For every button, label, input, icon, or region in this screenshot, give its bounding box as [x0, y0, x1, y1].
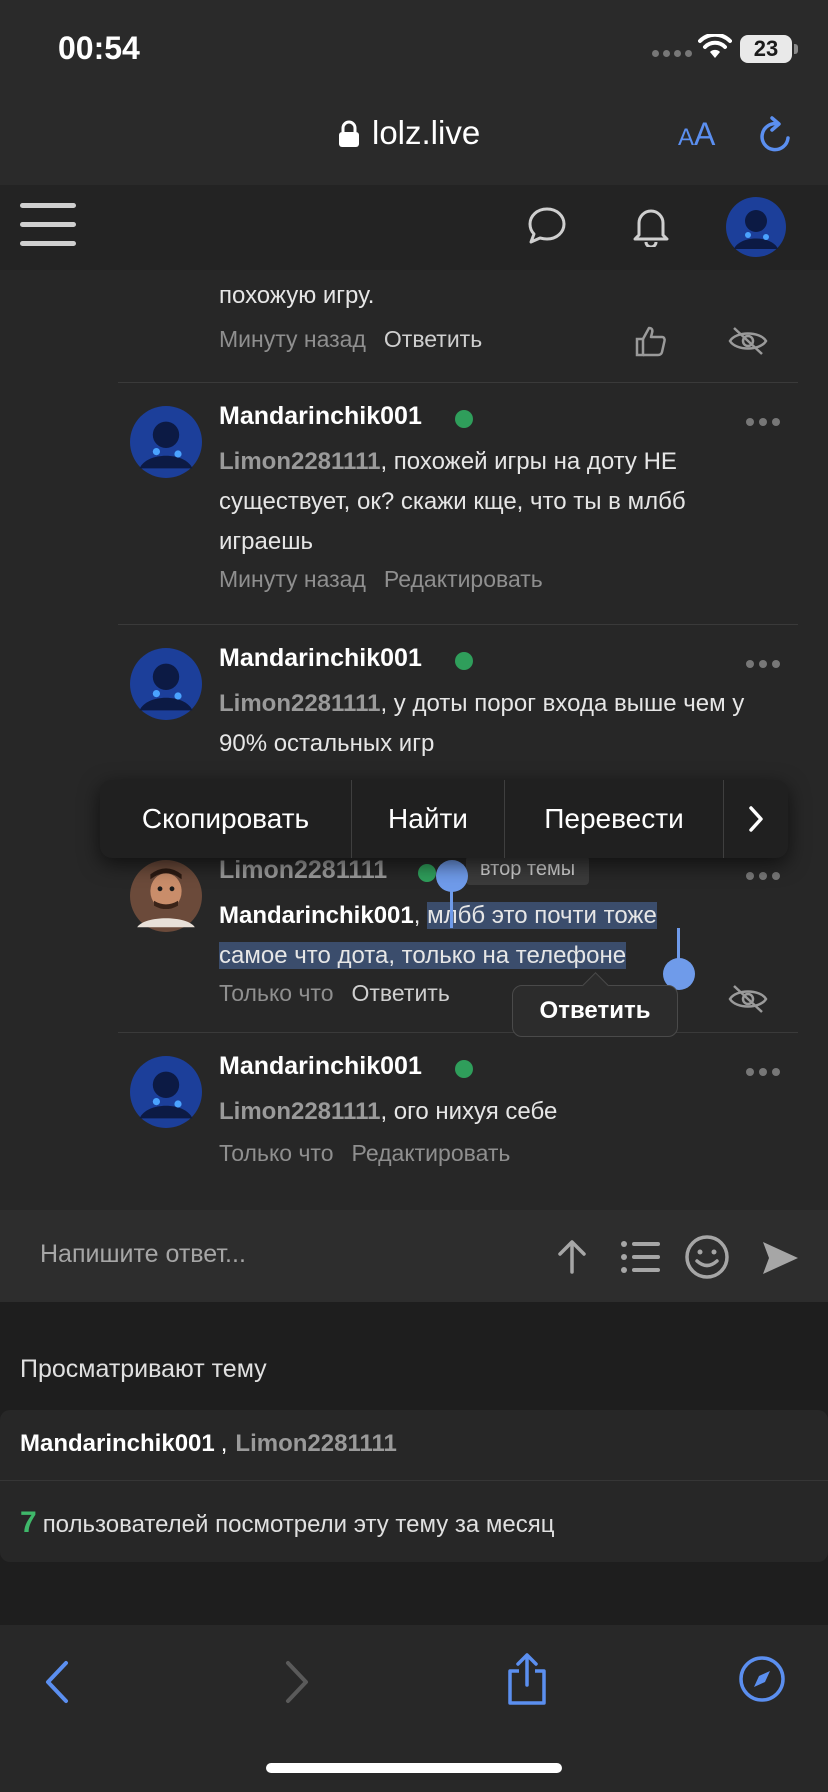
copy-menu-item[interactable]: Скопировать [100, 780, 352, 858]
reply-tooltip-button[interactable]: Ответить [512, 985, 678, 1037]
comment-meta: Только что Редактировать [219, 1140, 510, 1167]
watchers-list: Mandarinchik001, Limon2281111 [20, 1430, 397, 1457]
comment-time: Минуту назад [219, 566, 366, 592]
upload-icon[interactable] [554, 1236, 590, 1276]
comment-meta: Минуту назад Ответить [219, 326, 482, 353]
chevron-right-icon[interactable] [724, 780, 788, 858]
translate-menu-item[interactable]: Перевести [505, 780, 724, 858]
avatar[interactable] [130, 648, 202, 720]
avatar[interactable] [130, 1056, 202, 1128]
divider [118, 382, 798, 383]
more-icon[interactable] [746, 872, 780, 880]
watchers-title: Просматривают тему [20, 1355, 267, 1383]
status-bar: 00:54 23 [0, 0, 828, 90]
selected-text[interactable]: самое что дота, только на телефоне [219, 942, 627, 969]
edit-link[interactable]: Редактировать [384, 566, 543, 592]
battery-indicator: 23 [740, 35, 798, 63]
divider [118, 624, 798, 625]
find-menu-item[interactable]: Найти [352, 780, 505, 858]
text-size-icon[interactable]: AA [678, 116, 715, 153]
mention-link[interactable]: Limon2281111 [219, 448, 380, 475]
comment-text: Mandarinchik001, млбб это почти тоже само… [219, 902, 657, 969]
forum-header [0, 185, 828, 270]
comment-time: Только что [219, 1140, 334, 1166]
comment-meta: Только что Ответить [219, 980, 450, 1007]
comment-time: Минуту назад [219, 326, 366, 352]
online-indicator [418, 864, 436, 882]
home-indicator [266, 1763, 562, 1773]
divider [118, 1032, 798, 1033]
mention-link[interactable]: Limon2281111 [219, 1098, 380, 1125]
comment-author[interactable]: Mandarinchik001 [219, 644, 422, 673]
hide-icon[interactable] [728, 326, 768, 356]
comments-thread: похожую игру. Минуту назад Ответить Manda… [0, 270, 828, 1210]
reply-link[interactable]: Ответить [352, 980, 450, 1006]
comment-author[interactable]: Mandarinchik001 [219, 402, 422, 431]
comment-author[interactable]: Limon2281111 [219, 856, 387, 885]
more-icon[interactable] [746, 1068, 780, 1076]
comment-text-partial: похожую игру. [219, 282, 375, 309]
compass-icon[interactable] [738, 1655, 786, 1703]
more-icon[interactable] [746, 660, 780, 668]
watcher-link[interactable]: Limon2281111 [235, 1430, 396, 1457]
mention-link[interactable]: Mandarinchik001 [219, 902, 414, 929]
like-icon[interactable] [634, 324, 668, 358]
share-icon[interactable] [506, 1651, 548, 1707]
reload-icon[interactable] [756, 114, 796, 156]
mention-link[interactable]: Limon2281111 [219, 690, 380, 717]
comment-meta: Минуту назад Редактировать [219, 566, 543, 593]
watchers-card: Mandarinchik001, Limon2281111 7 пользовате… [0, 1410, 828, 1562]
avatar[interactable] [726, 197, 786, 257]
hide-icon[interactable] [728, 984, 768, 1014]
comment-text: Limon2281111, ого нихуя себе [219, 1098, 558, 1125]
comment-author[interactable]: Mandarinchik001 [219, 1052, 422, 1081]
send-icon[interactable] [760, 1238, 800, 1278]
more-icon[interactable] [746, 418, 780, 426]
chat-icon[interactable] [526, 205, 568, 247]
reply-composer: Напишите ответ... [0, 1210, 828, 1302]
reply-link[interactable]: Ответить [384, 326, 482, 352]
signal-icon [652, 50, 692, 57]
selected-text[interactable]: млбб это почти тоже [427, 902, 657, 929]
reply-input[interactable]: Напишите ответ... [40, 1240, 246, 1269]
url-text[interactable]: lolz.live [372, 114, 480, 152]
author-badge: втор темы [466, 856, 590, 885]
status-time: 00:54 [58, 30, 140, 66]
forward-icon[interactable] [282, 1657, 312, 1707]
smile-icon[interactable] [684, 1234, 730, 1280]
online-indicator [455, 410, 473, 428]
online-indicator [455, 652, 473, 670]
menu-icon[interactable] [20, 203, 76, 260]
browser-url-bar[interactable]: lolz.live AA [0, 90, 828, 185]
comment-text: Limon2281111, у доты порог входа выше че… [219, 690, 745, 757]
avatar[interactable] [130, 406, 202, 478]
comment-time: Только что [219, 980, 334, 1006]
views-stat: 7 пользователей посмотрели эту тему за ме… [20, 1506, 555, 1539]
online-indicator [455, 1060, 473, 1078]
edit-link[interactable]: Редактировать [352, 1140, 511, 1166]
back-icon[interactable] [42, 1657, 72, 1707]
views-count: 7 [20, 1506, 37, 1539]
wifi-icon [698, 34, 732, 58]
lock-icon [339, 120, 359, 147]
avatar[interactable] [130, 860, 202, 932]
selection-handle-start-knob[interactable] [436, 860, 468, 892]
text-context-menu: Скопировать Найти Перевести [100, 780, 788, 858]
watcher-link[interactable]: Mandarinchik001 [20, 1430, 215, 1457]
bell-icon[interactable] [631, 203, 671, 247]
list-icon[interactable] [620, 1240, 662, 1274]
comment-text: Limon2281111, похожей игры на доту НЕ су… [219, 448, 686, 555]
browser-toolbar [0, 1625, 828, 1792]
divider [0, 1480, 828, 1481]
